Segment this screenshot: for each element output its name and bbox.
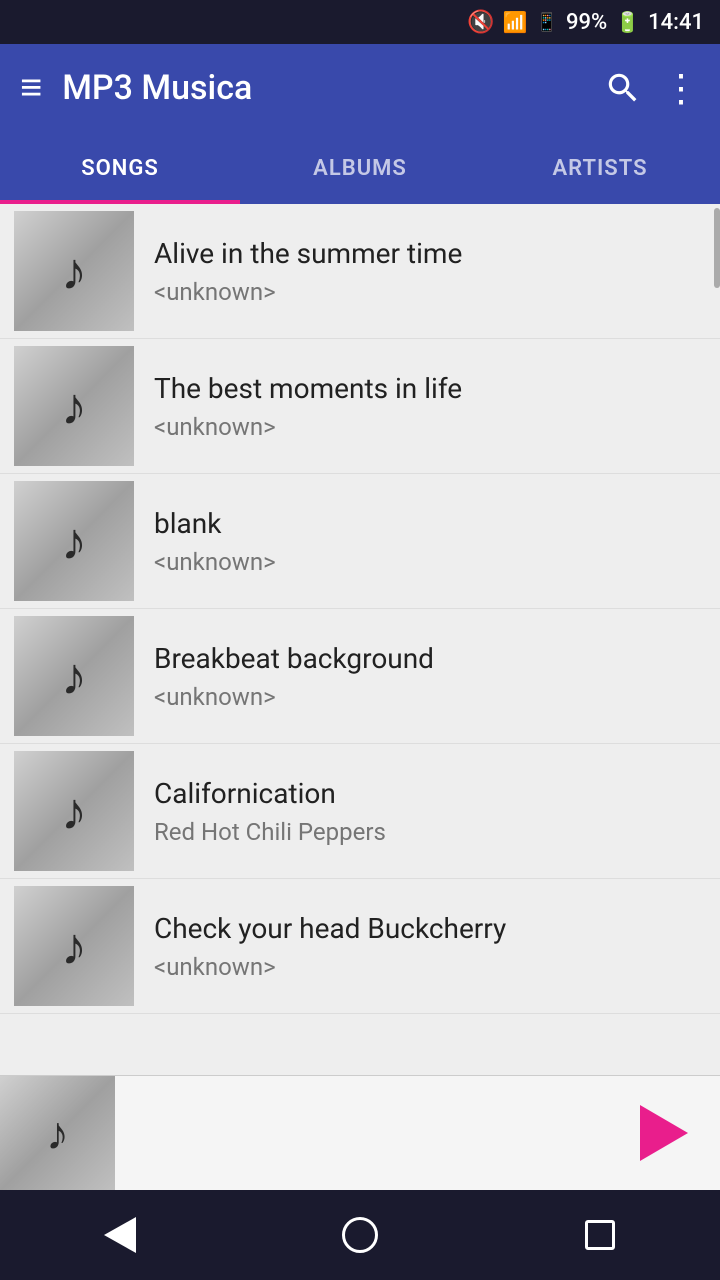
play-button[interactable] [620, 1093, 700, 1173]
song-artist: <unknown> [154, 683, 690, 711]
song-thumbnail-4: ♪ [14, 616, 134, 736]
list-item[interactable]: ♪ Californication Red Hot Chili Peppers [0, 744, 720, 879]
song-thumbnail-2: ♪ [14, 346, 134, 466]
recent-icon [585, 1220, 615, 1250]
song-thumbnail-1: ♪ [14, 211, 134, 331]
song-thumbnail-6: ♪ [14, 886, 134, 1006]
song-thumbnail-3: ♪ [14, 481, 134, 601]
status-icons: 🔇 📶 📱 99% 🔋 14:41 [467, 10, 704, 35]
clock: 14:41 [648, 10, 704, 35]
song-title: Alive in the summer time [154, 237, 690, 270]
app-bar: ≡ MP3 Musica ⋮ [0, 44, 720, 132]
now-playing-thumbnail: ♪ [0, 1076, 115, 1191]
tabs-bar: SONGS ALBUMS ARTISTS [0, 132, 720, 204]
song-thumbnail-5: ♪ [14, 751, 134, 871]
music-note-icon: ♪ [46, 1106, 69, 1161]
song-title: blank [154, 507, 690, 540]
song-info-2: The best moments in life <unknown> [154, 372, 720, 441]
tab-albums[interactable]: ALBUMS [240, 132, 480, 204]
song-info-6: Check your head Buckcherry <unknown> [154, 912, 720, 981]
app-title: MP3 Musica [62, 68, 584, 108]
play-icon [640, 1105, 688, 1161]
music-note-icon: ♪ [61, 376, 87, 437]
song-artist: <unknown> [154, 413, 690, 441]
song-list: ♪ Alive in the summer time <unknown> ♪ T… [0, 204, 720, 1075]
song-artist: <unknown> [154, 548, 690, 576]
scrollbar-thumb[interactable] [714, 208, 720, 288]
navigation-bar [0, 1190, 720, 1280]
song-artist: <unknown> [154, 953, 690, 981]
battery-percent: 99% [566, 10, 607, 35]
back-button[interactable] [80, 1195, 160, 1275]
song-title: Breakbeat background [154, 642, 690, 675]
home-icon [342, 1217, 378, 1253]
more-options-icon[interactable]: ⋮ [662, 66, 700, 111]
back-icon [104, 1217, 136, 1253]
song-title: Californication [154, 777, 690, 810]
list-item[interactable]: ♪ Alive in the summer time <unknown> [0, 204, 720, 339]
list-item[interactable]: ♪ Breakbeat background <unknown> [0, 609, 720, 744]
list-item[interactable]: ♪ blank <unknown> [0, 474, 720, 609]
menu-icon[interactable]: ≡ [20, 66, 42, 110]
wifi-icon: 📶 [503, 10, 528, 34]
battery-icon: 🔋 [615, 10, 640, 34]
song-info-5: Californication Red Hot Chili Peppers [154, 777, 720, 846]
now-playing-bar: ♪ [0, 1075, 720, 1190]
music-note-icon: ♪ [61, 781, 87, 842]
music-note-icon: ♪ [61, 511, 87, 572]
song-title: Check your head Buckcherry [154, 912, 690, 945]
search-icon[interactable] [604, 69, 642, 107]
music-note-icon: ♪ [61, 646, 87, 707]
recent-apps-button[interactable] [560, 1195, 640, 1275]
scrollbar[interactable] [712, 204, 720, 1075]
list-item[interactable]: ♪ The best moments in life <unknown> [0, 339, 720, 474]
song-info-1: Alive in the summer time <unknown> [154, 237, 720, 306]
mute-icon: 🔇 [467, 10, 494, 35]
song-artist: <unknown> [154, 278, 690, 306]
sim-icon: 📱 [536, 12, 558, 33]
song-info-4: Breakbeat background <unknown> [154, 642, 720, 711]
music-note-icon: ♪ [61, 241, 87, 302]
song-info-3: blank <unknown> [154, 507, 720, 576]
tab-songs[interactable]: SONGS [0, 132, 240, 204]
home-button[interactable] [320, 1195, 400, 1275]
song-artist: Red Hot Chili Peppers [154, 818, 690, 846]
status-bar: 🔇 📶 📱 99% 🔋 14:41 [0, 0, 720, 44]
list-item[interactable]: ♪ Check your head Buckcherry <unknown> [0, 879, 720, 1014]
tab-artists[interactable]: ARTISTS [480, 132, 720, 204]
music-note-icon: ♪ [61, 916, 87, 977]
song-title: The best moments in life [154, 372, 690, 405]
